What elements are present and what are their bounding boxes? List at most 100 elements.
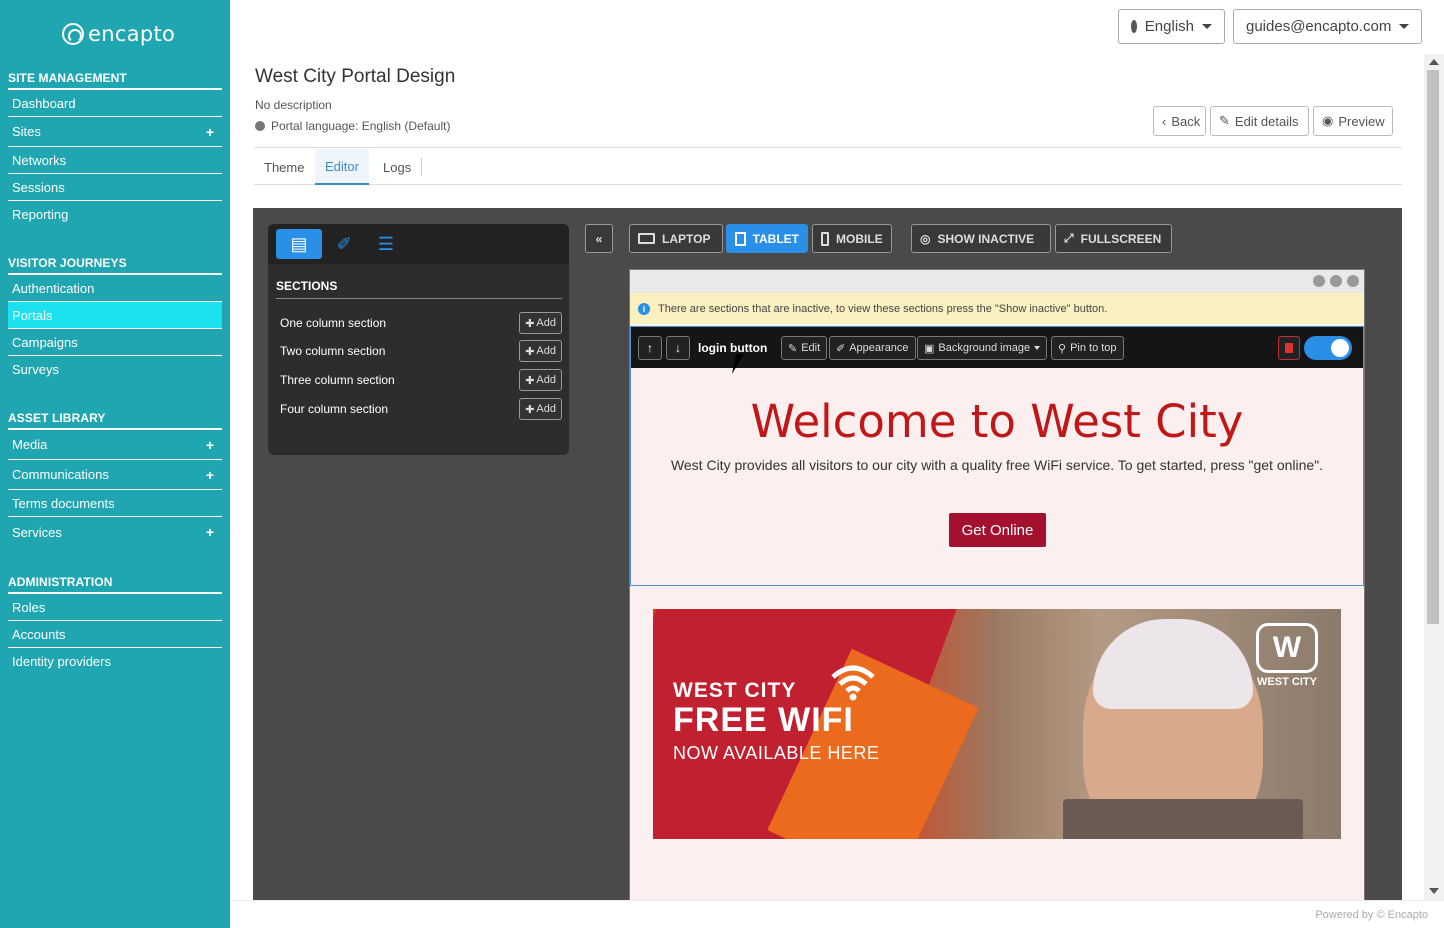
selected-section[interactable]: ↑ ↓ login button ✎ Edit ✐ Appearance ▣ Back… (630, 326, 1364, 586)
section-label: login button (698, 341, 768, 355)
preview-button[interactable]: ◉ Preview (1313, 106, 1393, 136)
nav-section-visitor-journeys: VISITOR JOURNEYS Authentication Portals … (8, 256, 222, 383)
plus-icon[interactable]: + (206, 124, 214, 140)
plus-icon[interactable]: + (206, 437, 214, 453)
sidebar-item-sites[interactable]: Sites + (8, 117, 222, 147)
section-toolbar: ↑ ↓ login button ✎ Edit ✐ Appearance ▣ Back… (631, 327, 1363, 374)
nav-heading: SITE MANAGEMENT (8, 71, 222, 90)
section-option: One column section ✚ Add (280, 312, 562, 334)
sections-tab-icon[interactable]: ▤ (276, 229, 322, 259)
sidebar-item-services[interactable]: Services + (8, 517, 222, 547)
globe-icon (1131, 20, 1137, 33)
nav-section-asset-library: ASSET LIBRARY Media + Communications + Ter… (8, 411, 222, 547)
user-dropdown[interactable]: guides@encapto.com (1233, 9, 1422, 44)
laptop-icon (638, 233, 655, 244)
portal-editor: ▤ ✐ ☰ SECTIONS One column section ✚ Add T… (253, 208, 1402, 900)
logo-text: encapto (88, 22, 176, 46)
add-section-button[interactable]: ✚ Add (519, 312, 562, 334)
double-chevron-left-icon: « (595, 231, 603, 246)
plus-icon[interactable]: + (206, 467, 214, 483)
page-description: No description (255, 98, 332, 112)
mobile-view-button[interactable]: MOBILE (812, 224, 892, 253)
tab-editor[interactable]: Editor (315, 149, 369, 185)
sidebar-item-terms-documents[interactable]: Terms documents (8, 490, 222, 517)
sidebar: encapto SITE MANAGEMENT Dashboard Sites +… (0, 0, 230, 928)
sidebar-item-networks[interactable]: Networks (8, 147, 222, 174)
banner-line-1: WEST CITY (673, 679, 797, 702)
inactive-sections-notice: i There are sections that are inactive, … (630, 293, 1364, 324)
show-inactive-button[interactable]: ◎ SHOW INACTIVE (911, 224, 1051, 253)
globe-icon (255, 121, 265, 131)
tab-logs[interactable]: Logs (373, 149, 421, 185)
sidebar-item-portals[interactable]: Portals (8, 302, 222, 329)
arrow-down-icon[interactable]: ↓ (666, 336, 690, 360)
fullscreen-button[interactable]: ⤢ FULLSCREEN (1055, 224, 1172, 253)
tablet-view-button[interactable]: TABLET (726, 224, 808, 253)
edit-icon: ✎ (1219, 113, 1230, 128)
language-dropdown[interactable]: English (1118, 9, 1225, 44)
arrow-up-icon[interactable]: ↑ (638, 336, 662, 360)
user-email: guides@encapto.com (1246, 18, 1392, 35)
sections-heading: SECTIONS (276, 279, 562, 299)
pencil-icon: ✎ (788, 342, 798, 355)
window-dot-icon (1347, 275, 1359, 287)
add-section-button[interactable]: ✚ Add (519, 369, 562, 391)
sidebar-item-campaigns[interactable]: Campaigns (8, 329, 222, 356)
banner-line-2: FREE WIFI (673, 701, 854, 739)
brush-icon: ✐ (836, 342, 846, 355)
encapto-logo[interactable]: encapto (62, 22, 175, 46)
west-city-logo-icon: W (1256, 623, 1318, 673)
topbar: English guides@encapto.com (230, 0, 1444, 52)
delete-section-button[interactable] (1278, 336, 1300, 360)
brush-tab-icon[interactable]: ✐ (321, 229, 367, 259)
back-button[interactable]: ‹ Back (1153, 106, 1206, 136)
get-online-button[interactable]: Get Online (949, 513, 1046, 547)
nav-section-site-management: SITE MANAGEMENT Dashboard Sites + Network… (8, 71, 222, 228)
sidebar-item-surveys[interactable]: Surveys (8, 356, 222, 383)
sections-panel: ▤ ✐ ☰ SECTIONS One column section ✚ Add T… (268, 224, 569, 455)
laptop-view-button[interactable]: LAPTOP (629, 224, 723, 253)
caret-down-icon (1034, 346, 1041, 350)
trash-icon (1285, 343, 1293, 353)
add-section-button[interactable]: ✚ Add (519, 398, 562, 420)
sidebar-item-communications[interactable]: Communications + (8, 460, 222, 490)
plus-icon[interactable]: + (206, 524, 214, 540)
sidebar-item-authentication[interactable]: Authentication (8, 275, 222, 302)
window-dot-icon (1330, 275, 1342, 287)
divider (254, 147, 1402, 148)
add-section-button[interactable]: ✚ Add (519, 340, 562, 362)
panel-toolbar: ▤ ✐ ☰ (268, 224, 569, 264)
sidebar-item-dashboard[interactable]: Dashboard (8, 90, 222, 117)
page-scrollbar[interactable] (1424, 54, 1444, 900)
appearance-button[interactable]: ✐ Appearance (829, 336, 916, 360)
sidebar-item-media[interactable]: Media + (8, 430, 222, 460)
sidebar-item-sessions[interactable]: Sessions (8, 174, 222, 201)
scroll-up-icon[interactable] (1429, 59, 1439, 65)
sidebar-item-roles[interactable]: Roles (8, 594, 222, 621)
edit-details-button[interactable]: ✎ Edit details (1210, 106, 1309, 136)
footer: Powered by © Encapto (230, 900, 1444, 928)
tab-theme[interactable]: Theme (254, 149, 314, 185)
caret-down-icon (1399, 24, 1410, 29)
plus-icon: ✚ (525, 317, 535, 330)
scrollbar-thumb[interactable] (1427, 70, 1439, 624)
nav-section-administration: ADMINISTRATION Roles Accounts Identity p… (8, 575, 222, 675)
sidebar-item-accounts[interactable]: Accounts (8, 621, 222, 648)
section-option: Three column section ✚ Add (280, 369, 562, 391)
background-image-dropdown[interactable]: ▣ Background image (917, 336, 1048, 360)
settings-sliders-tab-icon[interactable]: ☰ (363, 229, 409, 259)
nav-heading: ASSET LIBRARY (8, 411, 222, 430)
chevron-left-icon: ‹ (1162, 113, 1167, 129)
image-icon: ▣ (924, 342, 935, 355)
powered-by: Powered by © Encapto (1315, 909, 1428, 921)
sidebar-item-reporting[interactable]: Reporting (8, 201, 222, 228)
tab-separator (421, 158, 422, 176)
edit-section-button[interactable]: ✎ Edit (781, 336, 828, 360)
sidebar-item-identity-providers[interactable]: Identity providers (8, 648, 222, 675)
collapse-panel-button[interactable]: « (585, 224, 613, 253)
pin-to-top-button[interactable]: ⚲ Pin to top (1051, 336, 1124, 360)
mouse-cursor-icon (731, 354, 745, 374)
scroll-down-icon[interactable] (1429, 888, 1439, 894)
section-active-toggle[interactable] (1304, 336, 1352, 360)
page-title: West City Portal Design (255, 66, 456, 87)
